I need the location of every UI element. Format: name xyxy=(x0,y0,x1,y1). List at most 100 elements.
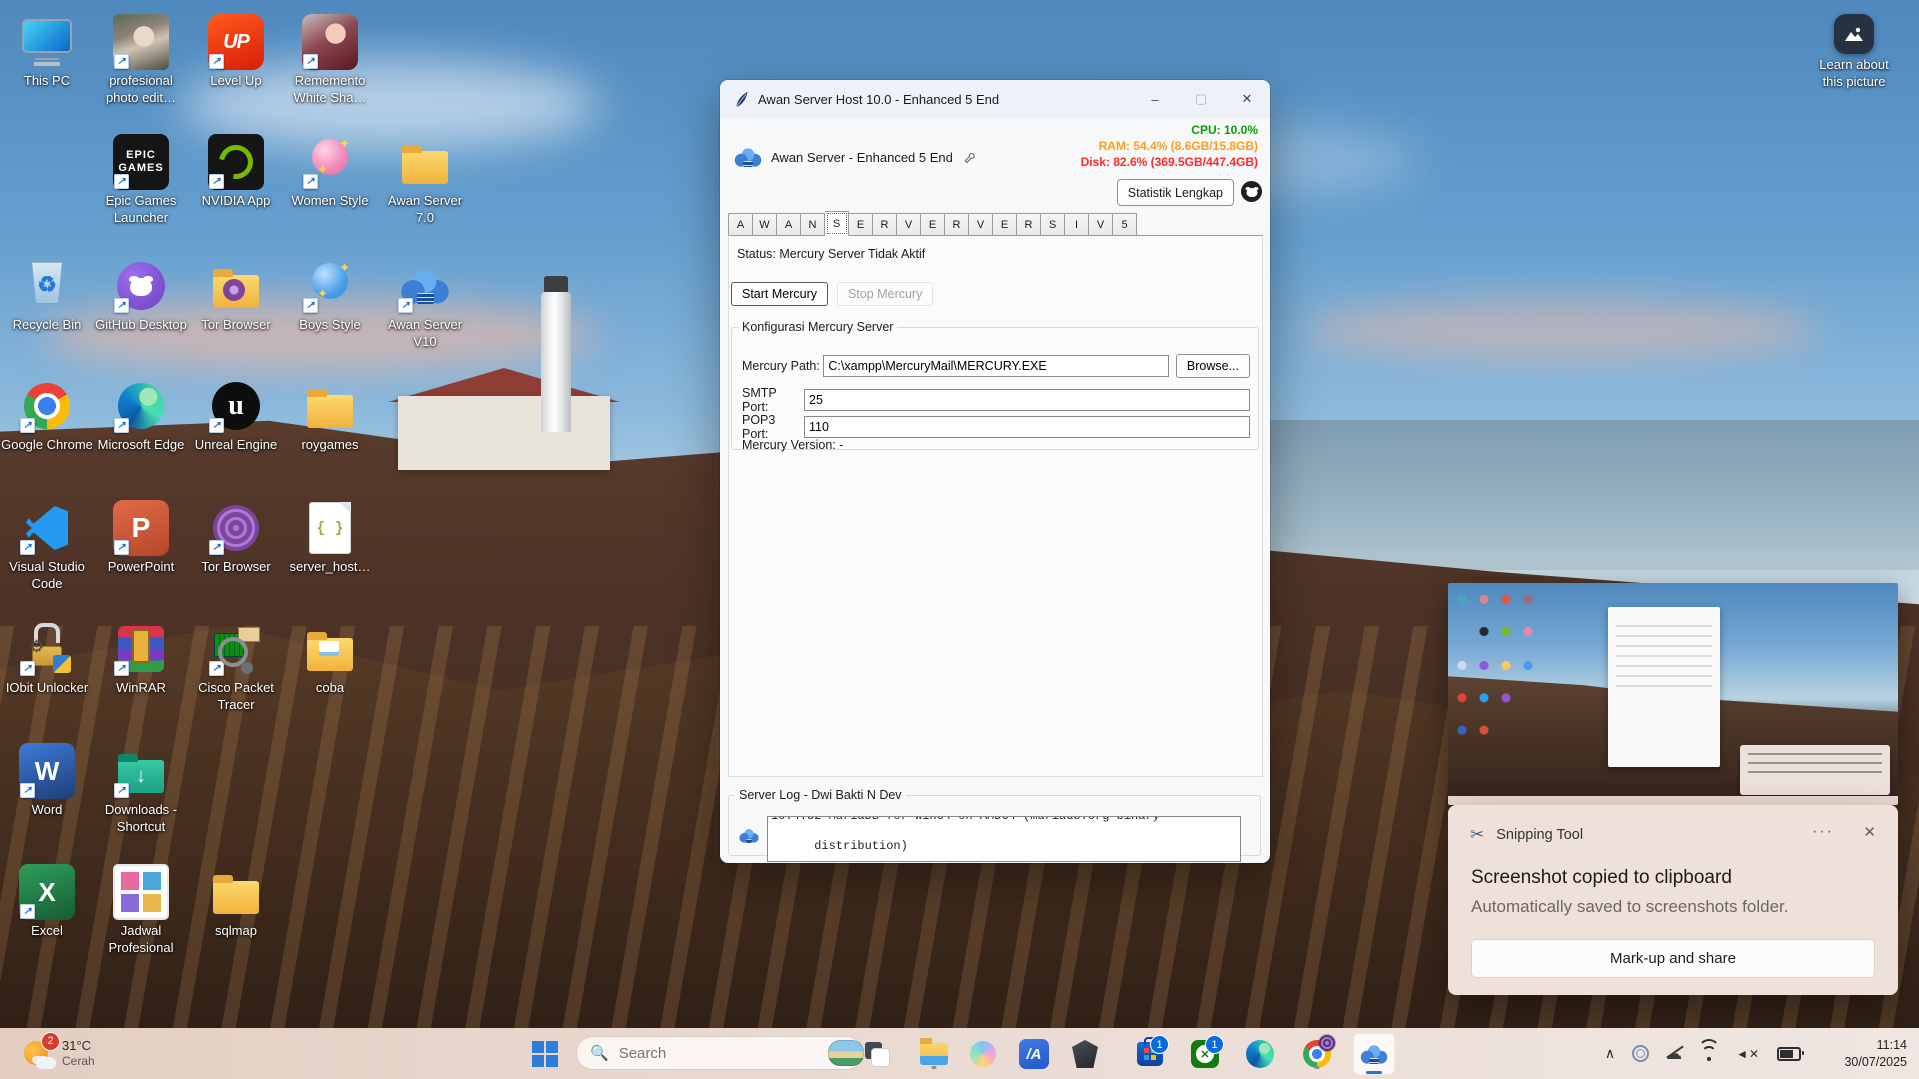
desktop-icon-github-desktop[interactable]: GitHub Desktop xyxy=(95,258,187,334)
desktop-icon-cisco-packet-tracer[interactable]: Cisco Packet Tracer xyxy=(190,621,282,713)
tab-v3[interactable]: V xyxy=(1089,213,1113,236)
desktop-icon-server-host-file[interactable]: server_host… xyxy=(284,500,376,576)
desktop-icon-level-up[interactable]: Level Up xyxy=(190,14,282,90)
folder-icon xyxy=(397,134,453,190)
desktop-icon-this-pc[interactable]: This PC xyxy=(1,14,93,90)
microsoft-store-button[interactable]: 1 xyxy=(1133,1037,1167,1071)
search-input[interactable] xyxy=(617,1044,820,1063)
chrome-taskbar-button[interactable] xyxy=(1300,1037,1334,1071)
hidden-icons-chevron[interactable]: ∧ xyxy=(1605,1045,1615,1062)
shortcut-arrow-icon xyxy=(303,298,318,313)
battery-icon[interactable] xyxy=(1777,1047,1801,1061)
tab-e2[interactable]: E xyxy=(921,213,945,236)
github-icon[interactable] xyxy=(1241,181,1262,202)
desktop-icon-vscode[interactable]: Visual Studio Code xyxy=(1,500,93,592)
desktop-icon-winrar[interactable]: WinRAR xyxy=(95,621,187,697)
desktop-icon-epic-games[interactable]: Epic Games Launcher xyxy=(95,134,187,226)
tab-w[interactable]: W xyxy=(753,213,777,236)
start-mercury-button[interactable]: Start Mercury xyxy=(731,282,828,306)
app-label: Awan Server - Enhanced 5 End xyxy=(771,150,953,165)
xbox-button[interactable]: 1 xyxy=(1188,1037,1222,1071)
tab-r2[interactable]: R xyxy=(945,213,969,236)
desktop-icon-label: Jadwal Profesional xyxy=(95,923,187,956)
screenshot-preview[interactable] xyxy=(1448,583,1898,805)
toast-more-button[interactable]: ··· xyxy=(1812,823,1834,841)
learn-about-picture[interactable]: Learn about this picture xyxy=(1808,14,1900,90)
tab-e1[interactable]: E xyxy=(849,213,873,236)
tab-e3[interactable]: E xyxy=(993,213,1017,236)
desktop-icon-nvidia-app[interactable]: NVIDIA App xyxy=(190,134,282,210)
awan-server-taskbar-button[interactable] xyxy=(1353,1033,1395,1075)
file-explorer-button[interactable] xyxy=(917,1037,951,1071)
statistik-lengkap-button[interactable]: Statistik Lengkap xyxy=(1117,179,1234,206)
tab-s-selected[interactable]: S xyxy=(825,211,849,236)
server-log-textarea[interactable]: 10.4.32-MariaDB for Win64 on AMD64 (mari… xyxy=(767,816,1241,862)
markup-and-share-button[interactable]: Mark-up and share xyxy=(1471,939,1875,978)
copilot-button[interactable] xyxy=(966,1037,1000,1071)
desktop-icon-coba[interactable]: coba xyxy=(284,621,376,697)
desktop-icon-downloads-shortcut[interactable]: Downloads - Shortcut xyxy=(95,743,187,835)
app-slash-a-button[interactable]: /A xyxy=(1017,1037,1051,1071)
minimize-button[interactable]: – xyxy=(1132,80,1178,118)
edge-taskbar-button[interactable] xyxy=(1243,1037,1277,1071)
desktop-icon-jadwal-profesional[interactable]: Jadwal Profesional xyxy=(95,864,187,956)
desktop-icon-google-chrome[interactable]: Google Chrome xyxy=(1,378,93,454)
search-highlight-image[interactable] xyxy=(828,1040,864,1066)
desktop-icon-awan-server-70[interactable]: Awan Server 7.0 xyxy=(379,134,471,226)
desktop-icon-excel[interactable]: Excel xyxy=(1,864,93,940)
desktop-icon-boys-style[interactable]: Boys Style xyxy=(284,258,376,334)
desktop-icon-women-style[interactable]: Women Style xyxy=(284,134,376,210)
onedrive-paused-icon[interactable]: ☁ xyxy=(1666,1044,1682,1064)
desktop-icon-powerpoint[interactable]: PowerPoint xyxy=(95,500,187,576)
tab-a1[interactable]: A xyxy=(728,213,753,236)
shortcut-arrow-icon xyxy=(114,54,129,69)
task-view-button[interactable] xyxy=(860,1037,894,1071)
tab-r3[interactable]: R xyxy=(1017,213,1041,236)
desktop-icon-tor-folder[interactable]: Tor Browser xyxy=(190,258,282,334)
recorder-ring-icon[interactable] xyxy=(1632,1045,1649,1062)
desktop-icon-word[interactable]: Word xyxy=(1,743,93,819)
wifi-icon[interactable] xyxy=(1699,1047,1719,1061)
start-button[interactable] xyxy=(528,1037,562,1071)
smtp-port-input[interactable] xyxy=(804,389,1250,411)
tab-v1[interactable]: V xyxy=(897,213,921,236)
xbox-badge: 1 xyxy=(1205,1035,1224,1054)
desktop-icon-tor-browser[interactable]: Tor Browser xyxy=(190,500,282,576)
tab-5[interactable]: 5 xyxy=(1113,213,1137,236)
desktop-icon-iobit-unlocker[interactable]: IObit Unlocker xyxy=(1,621,93,697)
maximize-button[interactable]: ▢ xyxy=(1178,80,1224,118)
tab-i[interactable]: I xyxy=(1065,213,1089,236)
tab-r1[interactable]: R xyxy=(873,213,897,236)
weather-widget[interactable]: 2 31°C Cerah xyxy=(18,1028,101,1079)
pop3-port-input[interactable] xyxy=(804,416,1250,438)
house xyxy=(398,396,610,470)
tab-s2[interactable]: S xyxy=(1041,213,1065,236)
jadwal-icon xyxy=(113,864,169,920)
tab-n[interactable]: N xyxy=(801,213,825,236)
snipping-tool-notification[interactable]: ✂ Snipping Tool ··· ✕ Screenshot copied … xyxy=(1448,805,1898,995)
github-icon xyxy=(113,258,169,314)
desktop-icon-unreal-engine[interactable]: Unreal Engine xyxy=(190,378,282,454)
file-explorer-icon xyxy=(920,1043,948,1065)
desktop-icon-microsoft-edge[interactable]: Microsoft Edge xyxy=(95,378,187,454)
tab-a2[interactable]: A xyxy=(777,213,801,236)
browse-button[interactable]: Browse... xyxy=(1176,354,1250,378)
search-box[interactable]: 🔍 xyxy=(576,1036,864,1070)
desktop-icon-profesional-photo[interactable]: profesional photo edit… xyxy=(95,14,187,106)
desktop-icon-roygames[interactable]: roygames xyxy=(284,378,376,454)
desktop-icon-sqlmap[interactable]: sqlmap xyxy=(190,864,282,940)
cisco-packet-tracer-icon xyxy=(208,621,264,677)
toast-close-button[interactable]: ✕ xyxy=(1863,823,1876,841)
tab-v2[interactable]: V xyxy=(969,213,993,236)
konfigurasi-group: Konfigurasi Mercury Server Mercury Path:… xyxy=(731,320,1259,450)
clock-widget[interactable]: 11:14 30/07/2025 xyxy=(1844,1028,1907,1079)
desktop-icon-label: Recycle Bin xyxy=(1,317,93,334)
volume-muted-icon[interactable]: ◄✕ xyxy=(1736,1047,1760,1061)
stop-mercury-button[interactable]: Stop Mercury xyxy=(837,282,933,306)
desktop-icon-awan-server-v10[interactable]: Awan Server V10 xyxy=(379,258,471,350)
desktop-icon-rememento[interactable]: Rememento White Sha… xyxy=(284,14,376,106)
dark-shield-app-button[interactable] xyxy=(1068,1037,1102,1071)
close-button[interactable]: ✕ xyxy=(1224,80,1270,118)
mercury-path-input[interactable] xyxy=(823,355,1169,377)
desktop-icon-recycle-bin[interactable]: Recycle Bin xyxy=(1,258,93,334)
